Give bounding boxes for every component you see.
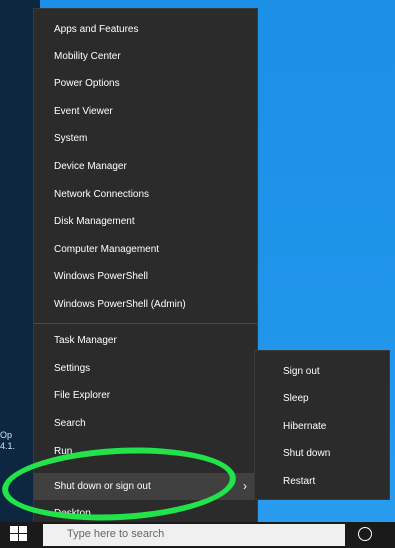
start-logo-pane	[19, 534, 27, 541]
menu-item-settings[interactable]: Settings	[34, 355, 257, 382]
menu-item-computer-management[interactable]: Computer Management	[34, 236, 257, 263]
menu-item-windows-powershell[interactable]: Windows PowerShell	[34, 263, 257, 290]
menu-item-windows-powershell-admin[interactable]: Windows PowerShell (Admin)	[34, 291, 257, 318]
start-logo-pane	[19, 526, 27, 533]
submenu-item-restart[interactable]: Restart	[255, 468, 389, 495]
menu-item-file-explorer[interactable]: File Explorer	[34, 382, 257, 409]
desktop-text: Op 4.1.	[0, 430, 15, 452]
menu-item-event-viewer[interactable]: Event Viewer	[34, 98, 257, 125]
menu-item-device-manager[interactable]: Device Manager	[34, 153, 257, 180]
desktop-text-line2: 4.1.	[0, 441, 16, 451]
submenu-item-sign-out[interactable]: Sign out	[255, 358, 389, 385]
search-placeholder: Type here to search	[67, 528, 165, 540]
windows-start-icon[interactable]	[10, 526, 32, 544]
submenu-item-sleep[interactable]: Sleep	[255, 385, 389, 412]
chevron-right-icon: ›	[243, 479, 247, 493]
menu-item-disk-management[interactable]: Disk Management	[34, 208, 257, 235]
start-logo-pane	[10, 526, 18, 533]
menu-item-power-options[interactable]: Power Options	[34, 70, 257, 97]
taskbar: Type here to search	[0, 522, 395, 548]
submenu-item-shut-down[interactable]: Shut down	[255, 440, 389, 467]
submenu-item-hibernate[interactable]: Hibernate	[255, 413, 389, 440]
taskbar-search-box[interactable]: Type here to search	[43, 524, 345, 546]
cortana-circle-icon[interactable]	[358, 527, 372, 541]
start-logo-pane	[10, 534, 18, 541]
menu-separator	[34, 323, 257, 324]
menu-item-network-connections[interactable]: Network Connections	[34, 181, 257, 208]
menu-item-apps-and-features[interactable]: Apps and Features	[34, 16, 257, 43]
menu-item-task-manager[interactable]: Task Manager	[34, 327, 257, 354]
menu-item-system[interactable]: System	[34, 125, 257, 152]
shutdown-submenu: Sign out Sleep Hibernate Shut down Resta…	[254, 350, 390, 500]
menu-item-search[interactable]: Search	[34, 410, 257, 437]
menu-item-mobility-center[interactable]: Mobility Center	[34, 43, 257, 70]
desktop-text-line1: Op	[0, 430, 13, 440]
